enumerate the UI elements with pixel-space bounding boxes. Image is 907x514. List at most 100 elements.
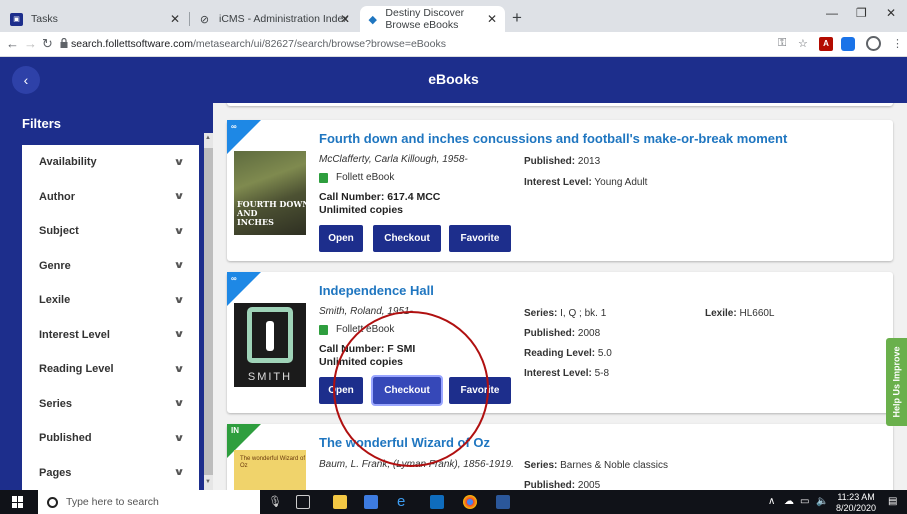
book-title-link[interactable]: Independence Hall (319, 283, 434, 298)
chevron-down-icon: ∨ (173, 225, 185, 237)
filter-reading-level[interactable]: Reading Level ∨ (22, 352, 199, 387)
book-title-link[interactable]: Fourth down and inches concussions and f… (319, 131, 787, 146)
filter-genre[interactable]: Genre ∨ (22, 249, 199, 284)
minimize-icon[interactable]: — (826, 6, 838, 20)
filter-author[interactable]: Author ∨ (22, 180, 199, 215)
page-title: eBooks (428, 71, 479, 87)
tray-chevron-icon[interactable]: ∧ (768, 496, 775, 507)
favorite-button[interactable]: Favorite (449, 225, 511, 252)
meta-value: 2013 (577, 156, 601, 167)
filter-availability[interactable]: Availability ∨ (22, 145, 199, 180)
filters-sidebar: Filters Availability ∨ Author ∨ Subject ∨ G… (0, 103, 213, 490)
task-view-icon[interactable] (296, 495, 310, 509)
windows-start-icon[interactable] (12, 496, 24, 508)
meta-label: Interest Level: (524, 177, 592, 188)
filter-lexile[interactable]: Lexile ∨ (22, 283, 199, 318)
open-button[interactable]: Open (319, 225, 363, 252)
book-cover[interactable]: The wonderful Wizard of Oz (234, 450, 306, 490)
volume-icon[interactable]: 🔈 (816, 496, 828, 507)
book-author: McClafferty, Carla Killough, 1958- (319, 154, 468, 165)
chevron-down-icon: ∨ (173, 432, 185, 444)
book-cover[interactable]: FOURTH DOWN AND INCHES (234, 151, 306, 235)
filter-published[interactable]: Published ∨ (22, 421, 199, 456)
published-field: Published: 2008 (524, 328, 600, 339)
close-icon[interactable]: ✕ (487, 12, 497, 26)
meta-label: Lexile: (705, 308, 737, 319)
favorite-button[interactable]: Favorite (449, 377, 511, 404)
sidebar-scrollbar-thumb[interactable] (204, 148, 213, 475)
reload-icon[interactable]: ↻ (42, 36, 53, 52)
chevron-down-icon: ∨ (173, 156, 185, 168)
checkout-button[interactable]: Checkout (373, 225, 441, 252)
tasks-favicon-icon: ▣ (10, 12, 23, 26)
microphone-icon[interactable]: 🎙 (268, 495, 282, 508)
meta-label: Published: (524, 328, 576, 339)
clock-date: 8/20/2020 (836, 503, 877, 513)
help-tab-label: Help Us Improve (891, 346, 902, 418)
filter-subject[interactable]: Subject ∨ (22, 214, 199, 249)
tab-tasks[interactable]: ▣ Tasks ✕ (2, 6, 188, 32)
tab-title: Destiny Discover Browse eBooks (385, 7, 465, 31)
filters-title: Filters (22, 116, 62, 131)
close-icon[interactable]: ✕ (170, 12, 180, 26)
filter-pages[interactable]: Pages ∨ (22, 456, 199, 491)
help-us-improve-tab[interactable]: Help Us Improve (886, 338, 907, 426)
window-close-icon[interactable]: ✕ (886, 6, 896, 20)
filter-series[interactable]: Series ∨ (22, 387, 199, 422)
store-icon[interactable] (364, 495, 378, 509)
menu-kebab-icon[interactable]: ⋮ (892, 37, 903, 50)
call-number: Call Number: 617.4 MCC (319, 191, 441, 203)
book-title-link[interactable]: The wonderful Wizard of Oz (319, 435, 490, 450)
scroll-down-arrow-icon[interactable]: ▼ (205, 479, 211, 485)
restore-icon[interactable]: ❐ (856, 6, 867, 20)
filter-label: Availability (39, 156, 97, 169)
system-clock[interactable]: 11:23 AM 8/20/2020 (836, 492, 876, 514)
chevron-down-icon: ∨ (173, 363, 185, 375)
edge-icon[interactable]: e (397, 493, 411, 510)
url-field[interactable]: search.follettsoftware.com/metasearch/ui… (71, 38, 446, 50)
taskbar-search-input[interactable]: Type here to search (38, 490, 260, 514)
copies-available: Unlimited copies (319, 356, 404, 368)
close-icon[interactable]: ✕ (340, 12, 350, 26)
meta-label: Series: (524, 460, 558, 471)
outlook-icon[interactable] (430, 495, 444, 509)
cortana-icon (47, 496, 58, 508)
call-number: Call Number: F SMI (319, 343, 416, 355)
key-icon[interactable]: ⚿ (778, 37, 786, 50)
filter-interest-level[interactable]: Interest Level ∨ (22, 318, 199, 353)
pdf-extension-icon[interactable]: A (819, 37, 833, 51)
filter-label: Published (39, 432, 92, 445)
filter-label: Pages (39, 466, 72, 479)
new-tab-button[interactable]: + (512, 8, 522, 28)
meta-value: 5.0 (597, 348, 612, 359)
back-arrow-icon[interactable]: ← (6, 36, 19, 51)
filters-list: Availability ∨ Author ∨ Subject ∨ Genre ∨ Le… (22, 145, 199, 490)
word-icon[interactable] (496, 495, 510, 509)
book-author: Smith, Roland, 1951- (319, 306, 413, 317)
chrome-icon[interactable] (463, 495, 477, 509)
filter-label: Series (39, 397, 73, 410)
chevron-down-icon: ∨ (173, 294, 185, 306)
result-card: IN The wonderful Wizard of Oz The wonder… (227, 424, 893, 490)
profile-avatar-icon[interactable] (866, 36, 881, 51)
filter-label: Interest Level (39, 328, 110, 341)
book-cover[interactable]: SMITH (234, 303, 306, 387)
tab-icms[interactable]: ⊘ iCMS - Administration Index ✕ (190, 6, 358, 32)
notifications-icon[interactable]: ▤ (888, 496, 897, 507)
tab-destiny-discover[interactable]: ◆ Destiny Discover Browse eBooks ✕ (360, 6, 505, 32)
checkout-button[interactable]: Checkout (371, 375, 443, 406)
bookmark-star-icon[interactable]: ☆ (798, 37, 808, 50)
file-explorer-icon[interactable] (333, 495, 347, 509)
meta-label: Series: (524, 308, 558, 319)
onedrive-icon[interactable]: ☁ (784, 496, 794, 507)
chevron-down-icon: ∨ (173, 398, 185, 410)
badge-label: ∞ (231, 122, 237, 131)
published-field: Published: 2013 (524, 156, 600, 167)
open-button[interactable]: Open (319, 377, 363, 404)
extension-icon[interactable] (841, 37, 855, 51)
forward-arrow-icon[interactable]: → (24, 36, 37, 51)
network-icon[interactable]: ▭ (800, 496, 809, 507)
scroll-up-arrow-icon[interactable]: ▲ (205, 135, 211, 141)
chevron-down-icon: ∨ (173, 260, 185, 272)
interest-level-field: Interest Level: 5-8 (524, 368, 609, 379)
